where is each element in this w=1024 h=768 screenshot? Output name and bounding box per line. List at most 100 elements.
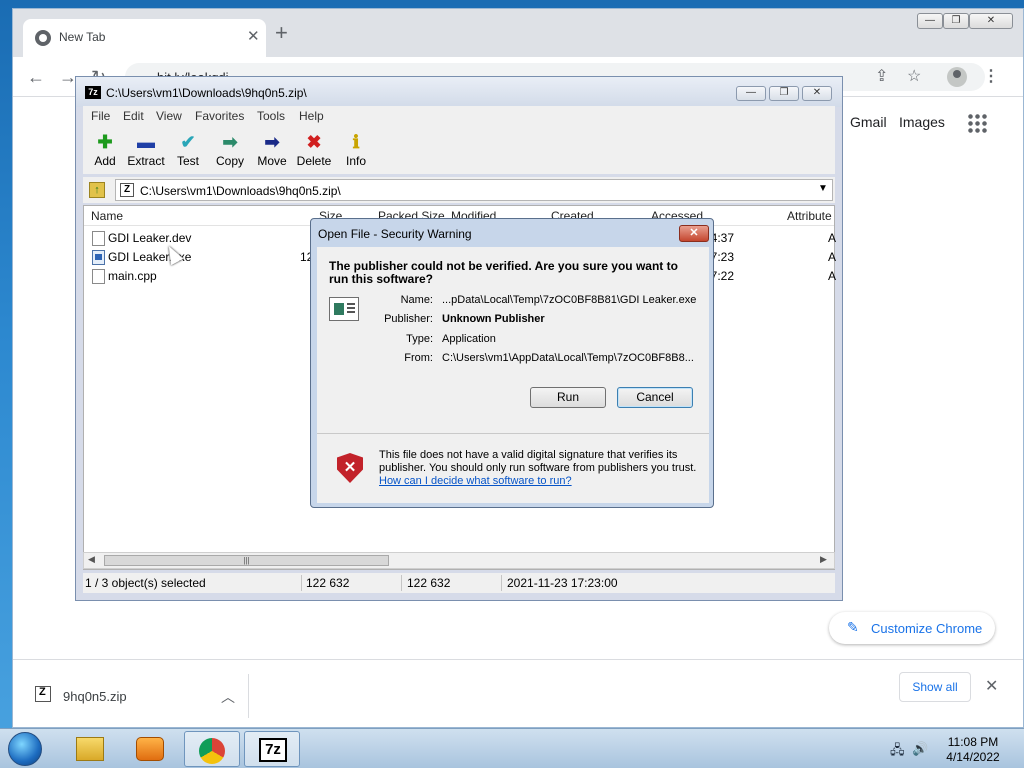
chevron-up-icon[interactable]: ︿ bbox=[221, 687, 235, 707]
security-warning-dialog: Open File - Security Warning ✕ The publi… bbox=[310, 218, 714, 508]
file-name: GDI Leaker.dev bbox=[108, 231, 192, 245]
copy-label: Copy bbox=[215, 154, 244, 168]
type-value: Application bbox=[442, 333, 496, 345]
download-item[interactable]: 9hq0n5.zip ︿ bbox=[27, 674, 249, 718]
7zip-menubar: File Edit View Favorites Tools Help bbox=[83, 106, 835, 126]
profile-avatar-icon[interactable] bbox=[947, 67, 967, 87]
file-attribute: A bbox=[828, 231, 837, 245]
menu-favorites[interactable]: Favorites bbox=[195, 109, 244, 123]
move-arrow-icon: ➡ bbox=[264, 132, 280, 152]
extract-label: Extract bbox=[127, 154, 165, 168]
close-icon[interactable]: ✕ bbox=[985, 676, 998, 696]
start-button[interactable] bbox=[8, 732, 42, 766]
program-file-icon bbox=[329, 297, 359, 321]
path-field[interactable]: Z C:\Users\vm1\Downloads\9hq0n5.zip\ ▼ bbox=[115, 179, 833, 201]
dialog-divider bbox=[317, 433, 709, 434]
publisher-label: Publisher: bbox=[384, 313, 433, 325]
file-name: main.cpp bbox=[108, 269, 157, 283]
dropdown-arrow-icon[interactable]: ▼ bbox=[818, 183, 828, 194]
back-arrow-icon[interactable]: ← bbox=[27, 67, 45, 87]
status-packed-size: 122 632 bbox=[407, 576, 451, 590]
tab-new-tab[interactable]: New Tab ✕ bbox=[23, 19, 266, 57]
menu-file[interactable]: File bbox=[91, 109, 110, 123]
status-divider bbox=[501, 575, 502, 591]
taskbar-7zip[interactable]: 7z bbox=[244, 731, 300, 767]
help-link[interactable]: How can I decide what software to run? bbox=[379, 475, 572, 487]
dialog-title: Open File - Security Warning bbox=[318, 227, 472, 241]
move-button[interactable]: ➡ Move bbox=[250, 132, 294, 168]
7zip-toolbar: ✚ Add ▬ Extract ✔ Test ➡ Copy ➡ Move ✖ D… bbox=[83, 126, 835, 174]
menu-edit[interactable]: Edit bbox=[123, 109, 144, 123]
dialog-heading: The publisher could not be verified. Are… bbox=[329, 259, 678, 286]
7zip-close-button[interactable]: ✕ bbox=[802, 86, 832, 101]
run-button[interactable]: Run bbox=[530, 387, 606, 408]
taskbar-media-player[interactable] bbox=[122, 731, 178, 767]
horizontal-scrollbar[interactable]: ◀ ||| ▶ bbox=[83, 552, 835, 569]
name-label: Name: bbox=[400, 294, 433, 306]
copy-button[interactable]: ➡ Copy bbox=[208, 132, 252, 168]
7zip-minimize-button[interactable]: — bbox=[736, 86, 766, 101]
plus-icon: ✚ bbox=[97, 132, 113, 152]
google-apps-icon[interactable] bbox=[967, 113, 987, 133]
volume-icon[interactable]: 🔊 bbox=[912, 741, 928, 757]
share-icon[interactable]: ⇪ bbox=[875, 68, 888, 86]
chrome-minimize-button[interactable]: — bbox=[917, 13, 943, 29]
dialog-body: The publisher could not be verified. Are… bbox=[317, 247, 709, 503]
7zip-status-bar: 1 / 3 object(s) selected 122 632 122 632… bbox=[83, 573, 835, 593]
chrome-icon bbox=[199, 738, 225, 764]
taskbar-clock[interactable]: 11:08 PM 4/14/2022 bbox=[938, 735, 1008, 765]
column-header-name[interactable]: Name bbox=[91, 209, 123, 223]
test-button[interactable]: ✔ Test bbox=[166, 132, 210, 168]
7zip-app-icon: 7z bbox=[85, 86, 101, 99]
publisher-value: Unknown Publisher bbox=[442, 313, 545, 325]
file-icon bbox=[92, 269, 105, 284]
info-button[interactable]: ℹ Info bbox=[334, 132, 378, 168]
new-tab-plus-icon[interactable]: + bbox=[275, 22, 288, 44]
chrome-favicon-icon bbox=[35, 30, 51, 46]
cancel-button[interactable]: Cancel bbox=[617, 387, 693, 408]
taskbar-chrome[interactable] bbox=[184, 731, 240, 767]
images-link[interactable]: Images bbox=[899, 114, 945, 130]
extract-button[interactable]: ▬ Extract bbox=[124, 132, 168, 168]
chrome-tab-strip: New Tab ✕ + — ❐ ✕ bbox=[13, 9, 1023, 57]
delete-button[interactable]: ✖ Delete bbox=[292, 132, 336, 168]
delete-label: Delete bbox=[296, 154, 332, 168]
scroll-right-icon[interactable]: ▶ bbox=[820, 554, 827, 565]
status-size: 122 632 bbox=[306, 576, 350, 590]
menu-help[interactable]: Help bbox=[299, 109, 324, 123]
bookmark-star-icon[interactable]: ☆ bbox=[907, 68, 921, 86]
name-value: ...pData\Local\Temp\7zOC0BF8B81\GDI Leak… bbox=[442, 294, 697, 306]
type-label: Type: bbox=[406, 333, 433, 345]
folder-up-icon[interactable]: ↑ bbox=[89, 182, 105, 198]
scrollbar-thumb[interactable]: ||| bbox=[104, 555, 389, 566]
show-all-button[interactable]: Show all bbox=[899, 672, 971, 702]
add-button[interactable]: ✚ Add bbox=[83, 132, 127, 168]
customize-chrome-button[interactable]: ✎ Customize Chrome bbox=[829, 612, 995, 644]
gmail-link[interactable]: Gmail bbox=[850, 114, 887, 130]
taskbar-explorer[interactable] bbox=[62, 731, 118, 767]
7zip-address-bar: ↑ Z C:\Users\vm1\Downloads\9hq0n5.zip\ ▼ bbox=[83, 177, 835, 203]
status-selected: 1 / 3 object(s) selected bbox=[85, 576, 206, 590]
tab-title: New Tab bbox=[59, 30, 106, 44]
copy-arrow-icon: ➡ bbox=[222, 132, 238, 152]
7zip-maximize-button[interactable]: ❐ bbox=[769, 86, 799, 101]
chrome-menu-icon[interactable]: ⋮ bbox=[983, 68, 999, 86]
7zip-window-title: C:\Users\vm1\Downloads\9hq0n5.zip\ bbox=[106, 86, 307, 100]
chrome-maximize-button[interactable]: ❐ bbox=[943, 13, 969, 29]
dialog-close-button[interactable]: ✕ bbox=[679, 225, 709, 242]
move-label: Move bbox=[257, 154, 287, 168]
test-label: Test bbox=[176, 154, 199, 168]
column-header-attribute[interactable]: Attribute bbox=[787, 209, 832, 223]
clock-date: 4/14/2022 bbox=[946, 750, 1000, 764]
from-label: From: bbox=[404, 352, 433, 364]
menu-view[interactable]: View bbox=[156, 109, 182, 123]
menu-tools[interactable]: Tools bbox=[257, 109, 285, 123]
windows-taskbar: 7z 🖧 🔊 11:08 PM 4/14/2022 bbox=[0, 728, 1024, 768]
chrome-close-button[interactable]: ✕ bbox=[969, 13, 1013, 29]
network-icon[interactable]: 🖧 bbox=[890, 741, 905, 763]
scroll-left-icon[interactable]: ◀ bbox=[88, 554, 95, 565]
customize-chrome-label: Customize Chrome bbox=[871, 621, 983, 636]
minus-icon: ▬ bbox=[137, 132, 155, 152]
7zip-titlebar[interactable]: 7z C:\Users\vm1\Downloads\9hq0n5.zip\ — … bbox=[76, 77, 842, 107]
tab-close-icon[interactable]: ✕ bbox=[247, 27, 260, 45]
